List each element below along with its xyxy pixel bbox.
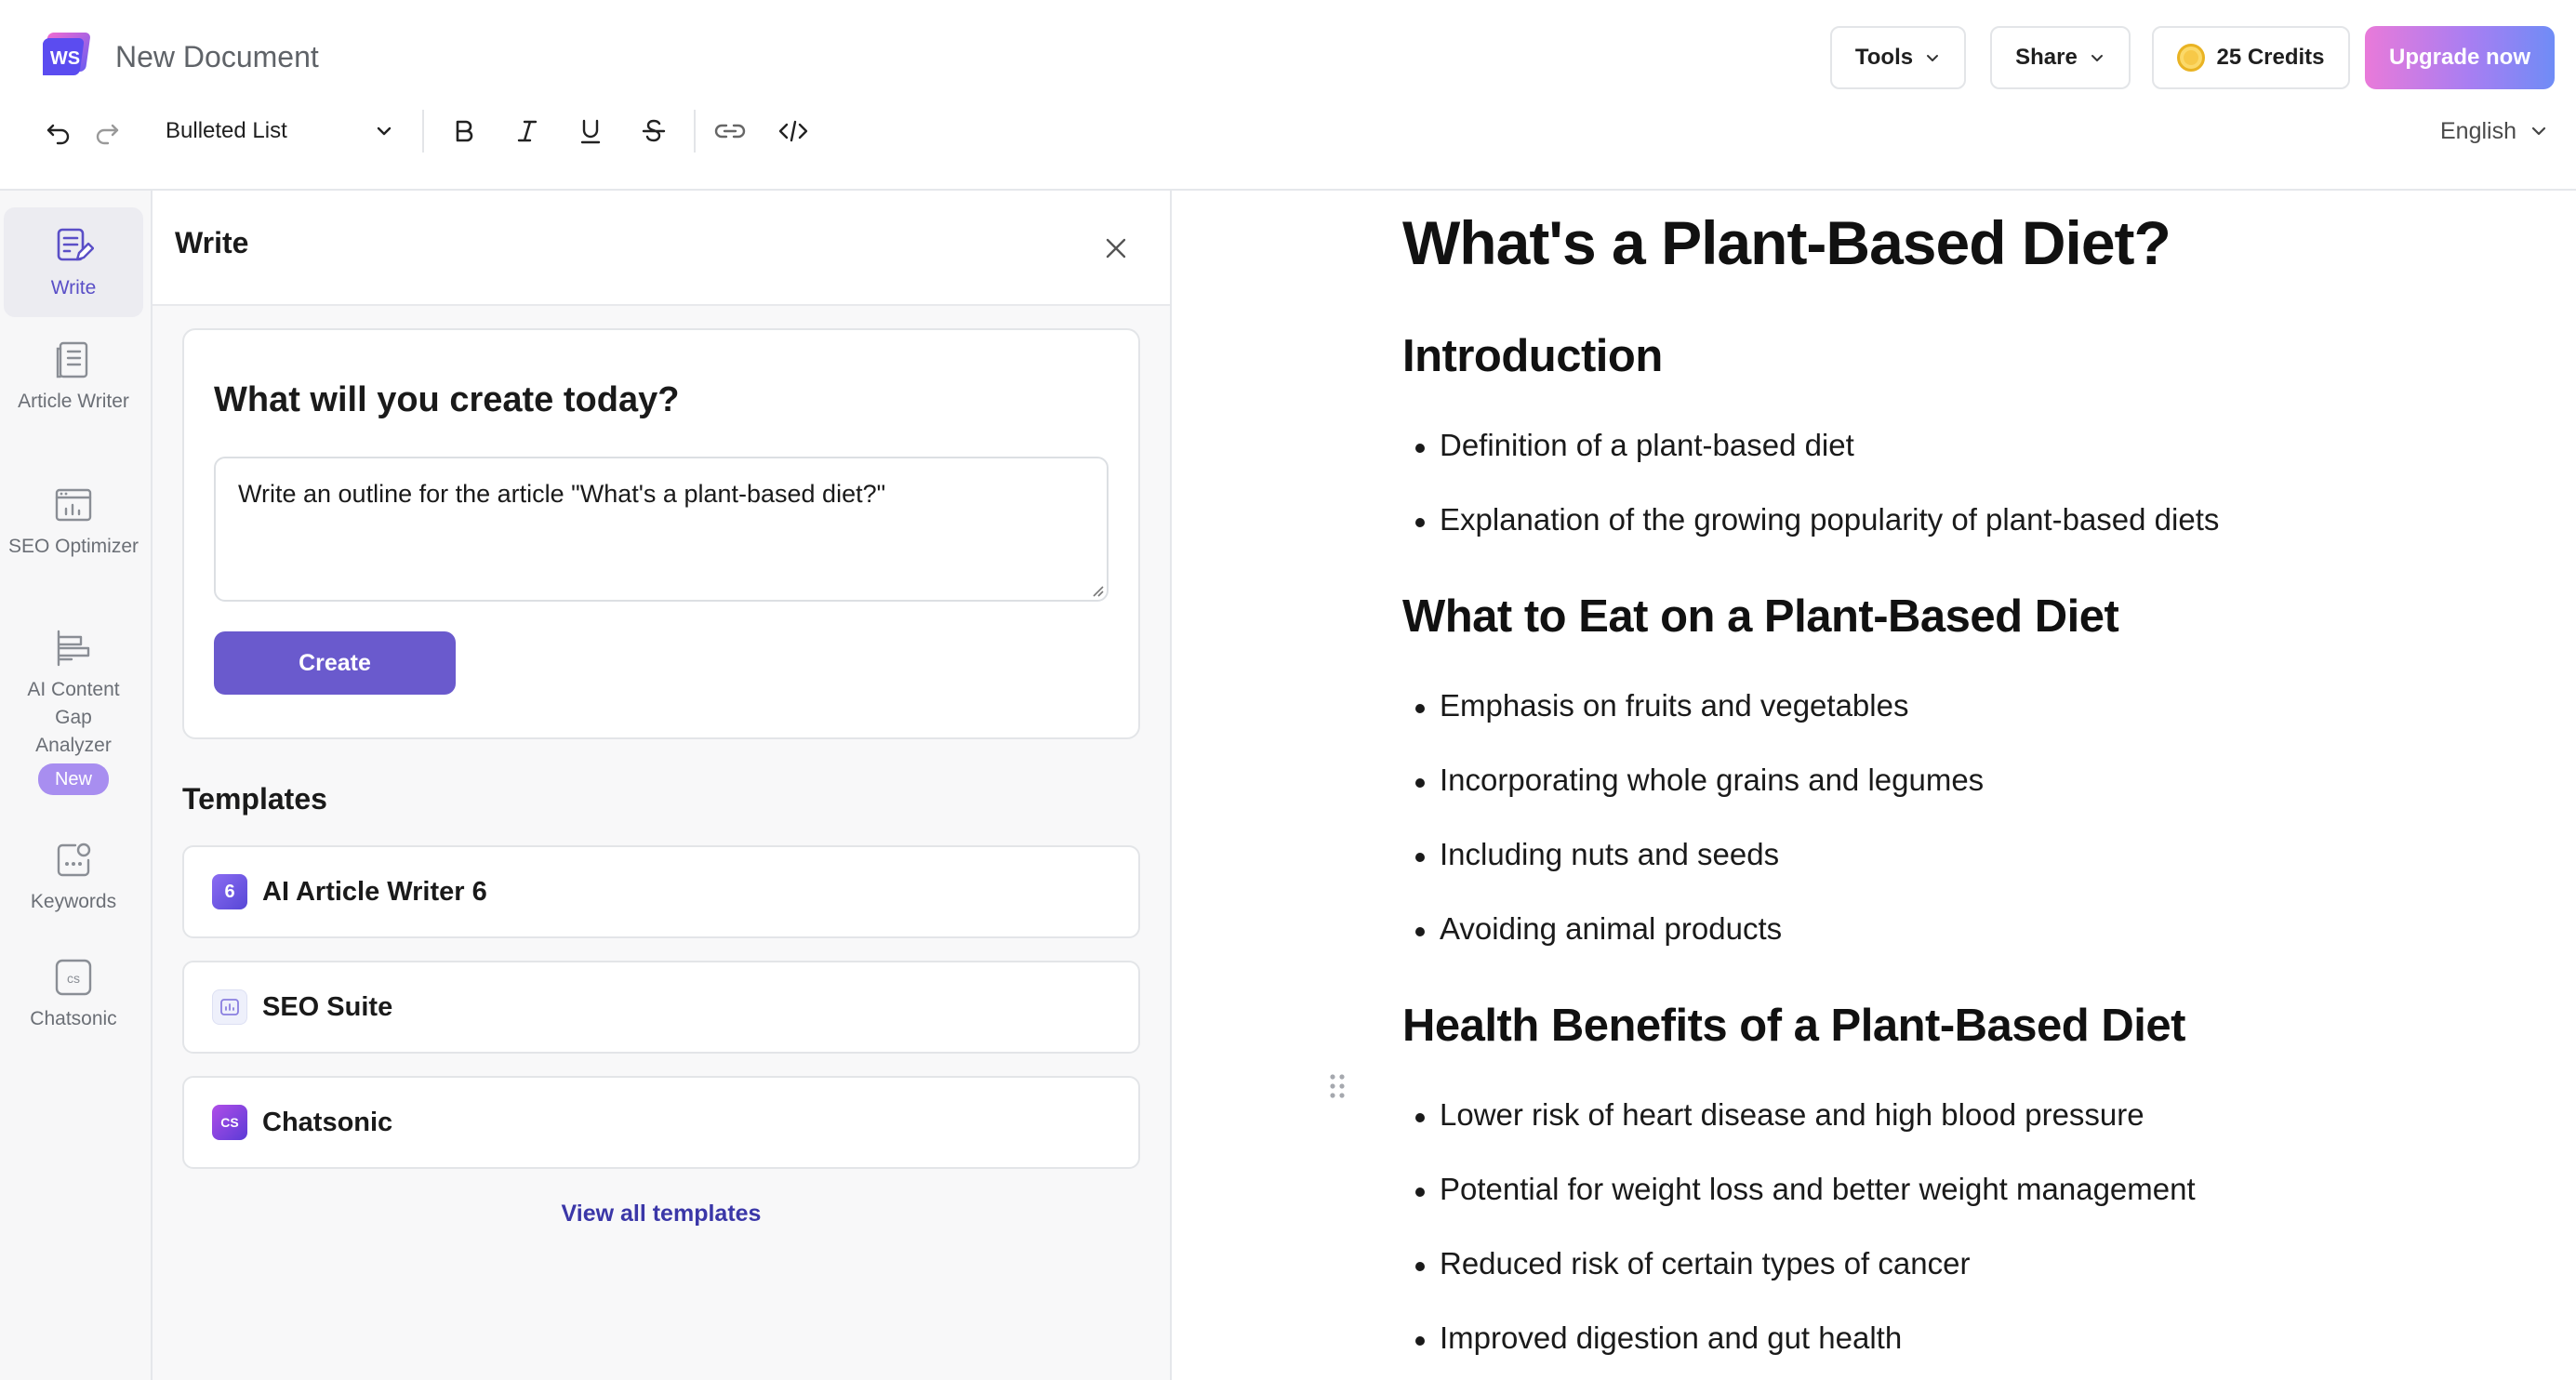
link-icon[interactable]	[709, 110, 751, 153]
list-item[interactable]: Reduced risk of certain types of cancer	[1414, 1246, 1970, 1281]
document-heading[interactable]: What's a Plant-Based Diet?	[1402, 207, 2171, 278]
underline-icon[interactable]	[569, 110, 612, 153]
rail-item-seo-optimizer[interactable]: SEO Optimizer	[4, 484, 143, 561]
list-item[interactable]: Incorporating whole grains and legumes	[1414, 763, 1984, 798]
write-icon	[57, 228, 94, 261]
svg-text:cs: cs	[67, 971, 80, 986]
close-icon[interactable]	[1095, 228, 1136, 269]
list-item[interactable]: Explanation of the growing popularity of…	[1414, 502, 2219, 537]
template-label: SEO Suite	[262, 991, 393, 1022]
section-heading[interactable]: What to Eat on a Plant-Based Diet	[1402, 590, 2119, 643]
rail-item-label: AI Content Gap Analyzer	[27, 679, 120, 756]
list-item[interactable]: Including nuts and seeds	[1414, 837, 1779, 872]
document-title[interactable]: New Document	[115, 35, 319, 78]
credits-label: 25 Credits	[2216, 45, 2325, 70]
resize-grip-icon[interactable]	[1090, 583, 1105, 598]
share-label: Share	[2015, 45, 2078, 70]
list-item[interactable]: Definition of a plant-based diet	[1415, 428, 1854, 463]
svg-text:WS: WS	[50, 48, 80, 69]
create-button[interactable]: Create	[214, 631, 456, 695]
create-card-title: What will you create today?	[214, 380, 680, 419]
template-label: AI Article Writer 6	[262, 876, 487, 907]
rail-item-label: Keywords	[30, 891, 117, 912]
credits-button[interactable]: 25 Credits	[2152, 26, 2350, 89]
panel-title: Write	[175, 226, 249, 259]
rail-item-label: Write	[50, 277, 97, 299]
block-type-select[interactable]: Bulleted List	[166, 110, 394, 153]
list-item[interactable]: Avoiding animal products	[1414, 911, 1782, 947]
rail-item-label: SEO Optimizer	[7, 536, 139, 557]
seo-suite-icon	[212, 989, 247, 1025]
template-label: Chatsonic	[262, 1107, 393, 1137]
chevron-down-icon	[2089, 49, 2105, 66]
toolbar-divider	[422, 110, 424, 153]
template-chatsonic[interactable]: CS Chatsonic	[182, 1076, 1140, 1169]
prompt-input[interactable]	[214, 457, 1109, 602]
rail-item-label: Article Writer	[18, 391, 129, 412]
chevron-down-icon	[2530, 122, 2548, 140]
redo-icon[interactable]	[86, 110, 128, 153]
create-card: What will you create today? Create	[182, 328, 1140, 739]
rail-item-chatsonic[interactable]: cs Chatsonic	[4, 957, 143, 1033]
top-header: WS New Document Tools Share 25 Credits U…	[0, 0, 2576, 191]
rail-item-write[interactable]: Write	[4, 207, 143, 317]
language-value: English	[2440, 117, 2516, 144]
write-panel: Write What will you create today? Create…	[153, 191, 1172, 1380]
chevron-down-icon	[1924, 49, 1941, 66]
templates-heading: Templates	[182, 782, 327, 816]
rail-item-label: Chatsonic	[30, 1008, 117, 1029]
block-type-value: Bulleted List	[166, 118, 287, 143]
coin-icon	[2177, 44, 2206, 72]
section-heading[interactable]: Health Benefits of a Plant-Based Diet	[1402, 1000, 2185, 1052]
rail-item-content-gap-analyzer[interactable]: AI Content Gap Analyzer New	[4, 628, 143, 795]
italic-icon[interactable]	[506, 110, 549, 153]
gap-analyzer-icon	[57, 630, 90, 667]
toolbar-divider	[694, 110, 696, 153]
seo-chart-icon	[55, 488, 92, 522]
language-select[interactable]: English	[2440, 110, 2548, 153]
template-ai-article-writer[interactable]: 6 AI Article Writer 6	[182, 845, 1140, 938]
chatsonic-logo-icon: CS	[212, 1105, 247, 1140]
tools-label: Tools	[1854, 45, 1914, 70]
code-icon[interactable]	[772, 110, 815, 153]
tools-button[interactable]: Tools	[1830, 26, 1966, 89]
document-editor[interactable]: What's a Plant-Based Diet? Introduction …	[1172, 191, 2576, 1380]
list-item[interactable]: Potential for weight loss and better wei…	[1415, 1172, 2196, 1207]
view-all-templates-link[interactable]: View all templates	[153, 1201, 1170, 1227]
drag-handle-icon[interactable]	[1328, 1072, 1347, 1100]
keywords-icon	[57, 843, 91, 877]
section-heading[interactable]: Introduction	[1402, 330, 1663, 382]
article-icon	[56, 341, 88, 378]
left-nav-rail: Write Article Writer SEO Optimizer AI Co…	[0, 191, 153, 1380]
article-writer-6-icon: 6	[212, 874, 247, 909]
share-button[interactable]: Share	[1990, 26, 2131, 89]
chevron-down-icon	[374, 121, 394, 141]
writesonic-logo[interactable]: WS	[39, 31, 95, 77]
upgrade-button[interactable]: Upgrade now	[2365, 26, 2555, 89]
undo-icon[interactable]	[37, 110, 80, 153]
new-badge: New	[37, 763, 109, 795]
list-item[interactable]: Emphasis on fruits and vegetables	[1414, 688, 1908, 723]
template-seo-suite[interactable]: SEO Suite	[182, 961, 1140, 1054]
strikethrough-icon[interactable]	[632, 110, 675, 153]
list-item[interactable]: Lower risk of heart disease and high blo…	[1415, 1097, 2144, 1133]
rail-item-keywords[interactable]: Keywords	[4, 840, 143, 916]
rail-item-article-writer[interactable]: Article Writer	[4, 339, 143, 416]
panel-header: Write	[153, 191, 1170, 306]
chatsonic-icon: cs	[55, 959, 92, 996]
list-item[interactable]: Improved digestion and gut health	[1414, 1320, 1902, 1356]
bold-icon[interactable]	[443, 110, 485, 153]
